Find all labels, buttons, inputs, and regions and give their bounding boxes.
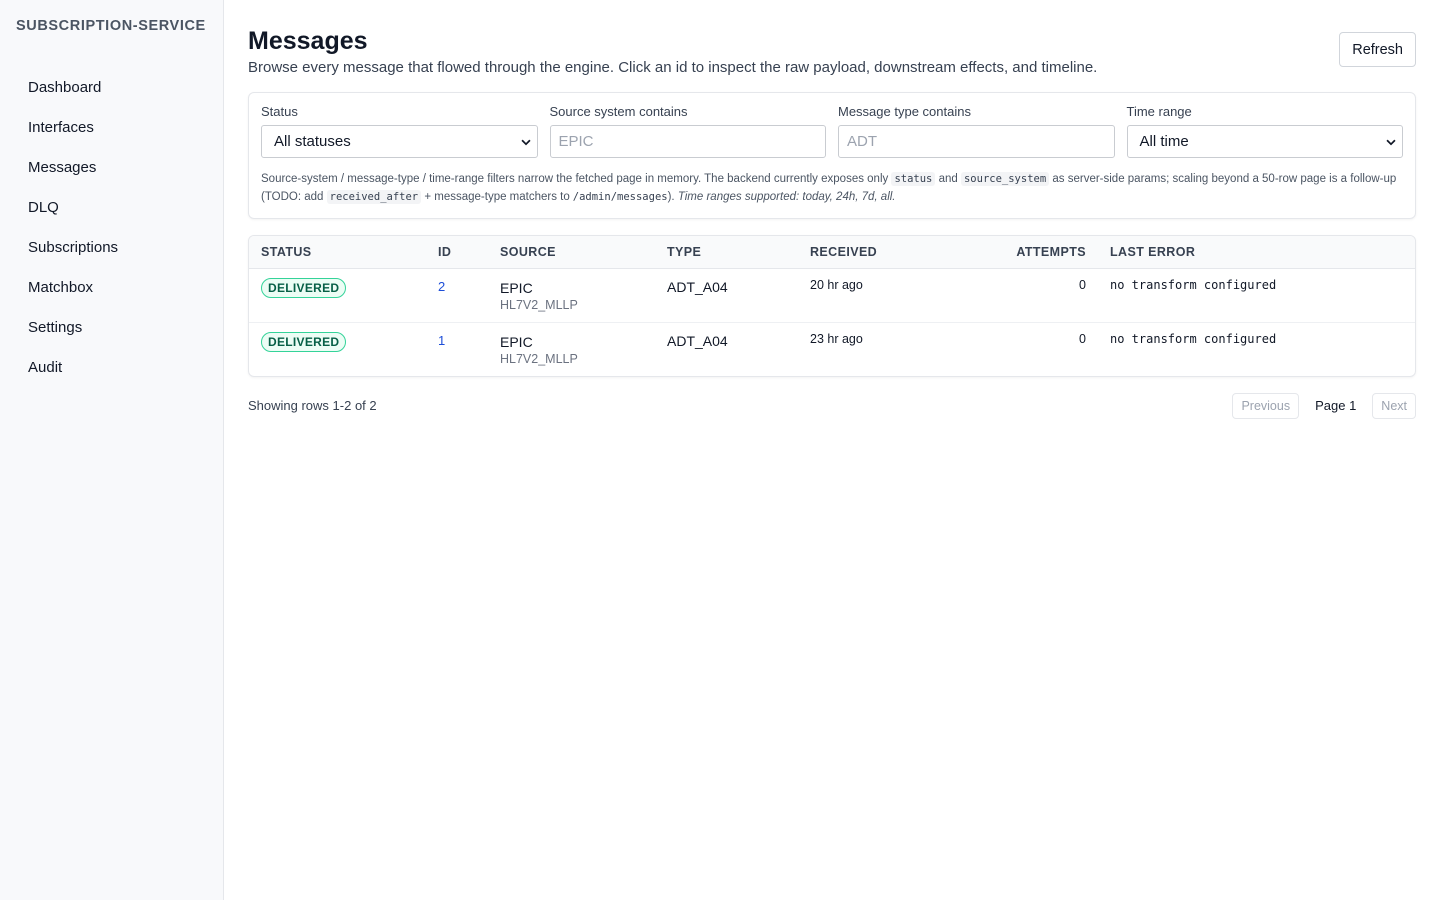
status-cell: DELIVERED: [249, 268, 426, 322]
main-content: Messages Browse every message that flowe…: [224, 0, 1440, 900]
sidebar-nav: Dashboard Interfaces Messages DLQ Subscr…: [0, 68, 223, 388]
last-error-cell: no transform configured: [1110, 277, 1277, 292]
source-system: EPIC: [500, 333, 533, 350]
note-text: + message-type matchers to: [424, 191, 570, 203]
table-row[interactable]: DELIVERED 1 EPIC HL7V2_MLLP ADT_A04 23 h…: [249, 322, 1415, 376]
previous-page-button[interactable]: Previous: [1232, 392, 1300, 419]
received-cell: 20 hr ago: [810, 277, 863, 292]
status-filter-label: Status: [261, 104, 298, 119]
message-type-input[interactable]: [838, 125, 1115, 158]
status-badge: DELIVERED: [261, 277, 347, 298]
note-time-ranges: Time ranges supported: today, 24h, 7d, a…: [677, 191, 896, 203]
time-range-filter-label: Time range: [1126, 104, 1192, 119]
chevron-down-icon: [1386, 139, 1396, 145]
status-select[interactable]: All statuses: [261, 125, 538, 158]
sidebar-item-audit[interactable]: Audit: [0, 348, 223, 388]
type-cell: ADT_A04: [667, 278, 728, 295]
chevron-down-icon: [520, 139, 531, 145]
sidebar-item-dashboard[interactable]: Dashboard: [0, 68, 223, 108]
source-protocol: HL7V2_MLLP: [500, 351, 578, 366]
filters-help-note: Source-system / message-type / time-rang…: [261, 170, 1403, 206]
sidebar: SUBSCRIPTION-SERVICE Dashboard Interface…: [0, 0, 224, 900]
note-text: and: [938, 173, 958, 185]
source-cell: EPIC HL7V2_MLLP: [488, 322, 655, 376]
col-source[interactable]: SOURCE: [488, 236, 655, 268]
pagination: Showing rows 1-2 of 2 Previous Page 1 Ne…: [248, 392, 1416, 419]
time-range-filter: Time range All time: [1126, 104, 1403, 158]
col-attempts[interactable]: ATTEMPTS: [935, 236, 1098, 268]
id-cell: 1: [426, 322, 488, 376]
page-heading: Messages Browse every message that flowe…: [248, 24, 1097, 78]
col-status[interactable]: STATUS: [249, 236, 426, 268]
note-text: ).: [667, 191, 675, 203]
note-code-received-after: received_after: [326, 190, 422, 204]
col-last-error[interactable]: LAST ERROR: [1098, 236, 1415, 268]
status-cell: DELIVERED: [249, 322, 426, 376]
source-protocol: HL7V2_MLLP: [500, 297, 578, 312]
messages-table-card: STATUS ID SOURCE TYPE RECEIVED ATTEMPTS …: [248, 235, 1416, 377]
brand-title: SUBSCRIPTION-SERVICE: [16, 18, 206, 34]
source-system: EPIC: [500, 279, 533, 296]
sidebar-item-interfaces[interactable]: Interfaces: [0, 108, 223, 148]
message-id-link[interactable]: 2: [438, 279, 445, 294]
sidebar-item-matchbox[interactable]: Matchbox: [0, 268, 223, 308]
current-page-label: Page 1: [1315, 398, 1357, 413]
filters-panel: Status All statuses Source system contai…: [248, 92, 1416, 219]
message-type-filter-label: Message type contains: [838, 104, 971, 119]
table-header: STATUS ID SOURCE TYPE RECEIVED ATTEMPTS …: [249, 236, 1415, 268]
filters-row: Status All statuses Source system contai…: [261, 104, 1403, 158]
table-row[interactable]: DELIVERED 2 EPIC HL7V2_MLLP ADT_A04 20 h…: [249, 268, 1415, 322]
last-error-cell: no transform configured: [1110, 331, 1277, 346]
time-range-select[interactable]: All time: [1126, 125, 1403, 158]
table-header-row: STATUS ID SOURCE TYPE RECEIVED ATTEMPTS …: [249, 236, 1415, 268]
col-type[interactable]: TYPE: [655, 236, 798, 268]
source-system-input[interactable]: [549, 125, 826, 158]
type-cell: ADT_A04: [667, 332, 728, 349]
page-header: Messages Browse every message that flowe…: [248, 24, 1416, 78]
attempts-cell: 0: [1079, 277, 1086, 292]
page-title: Messages: [248, 27, 368, 55]
col-id[interactable]: ID: [426, 236, 488, 268]
refresh-button[interactable]: Refresh: [1339, 32, 1416, 67]
attempts-cell: 0: [1079, 331, 1086, 346]
source-system-filter-label: Source system contains: [549, 104, 688, 119]
received-cell: 23 hr ago: [810, 331, 863, 346]
note-code-endpoint: /admin/messages: [572, 191, 668, 203]
note-code-source-system: source_system: [960, 172, 1050, 186]
next-page-button[interactable]: Next: [1372, 392, 1416, 419]
sidebar-item-dlq[interactable]: DLQ: [0, 188, 223, 228]
col-received[interactable]: RECEIVED: [798, 236, 935, 268]
id-cell: 2: [426, 268, 488, 322]
sidebar-item-settings[interactable]: Settings: [0, 308, 223, 348]
sidebar-item-subscriptions[interactable]: Subscriptions: [0, 228, 223, 268]
status-select-value: All statuses: [274, 133, 351, 150]
note-code-status: status: [891, 172, 936, 186]
status-filter: Status All statuses: [261, 104, 538, 158]
table-body: DELIVERED 2 EPIC HL7V2_MLLP ADT_A04 20 h…: [249, 268, 1415, 376]
source-cell: EPIC HL7V2_MLLP: [488, 268, 655, 322]
time-range-select-value: All time: [1139, 133, 1189, 150]
page-subtitle: Browse every message that flowed through…: [248, 59, 1098, 76]
sidebar-item-messages[interactable]: Messages: [0, 148, 223, 188]
status-badge: DELIVERED: [261, 331, 347, 352]
messages-table: STATUS ID SOURCE TYPE RECEIVED ATTEMPTS …: [249, 236, 1415, 376]
app: SUBSCRIPTION-SERVICE Dashboard Interface…: [0, 0, 1440, 900]
pagination-controls: Previous Page 1 Next: [1232, 392, 1416, 419]
message-type-filter: Message type contains: [838, 104, 1115, 158]
message-id-link[interactable]: 1: [438, 333, 445, 348]
rows-info: Showing rows 1-2 of 2: [248, 398, 377, 413]
note-text: Source-system / message-type / time-rang…: [261, 173, 889, 185]
source-system-filter: Source system contains: [549, 104, 826, 158]
